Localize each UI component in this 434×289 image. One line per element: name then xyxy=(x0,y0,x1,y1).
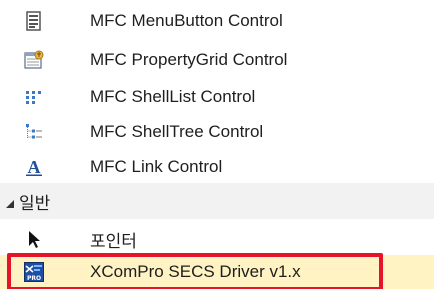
svg-text:A: A xyxy=(28,157,41,177)
shelltree-icon xyxy=(24,122,44,142)
xcompro-icon: PRO xyxy=(24,262,44,282)
toolbox-item-label: MFC MenuButton Control xyxy=(90,11,283,30)
toolbox-item-label: 포인터 xyxy=(90,231,137,251)
toolbox-item-pointer[interactable]: 포인터 xyxy=(0,222,434,256)
toolbox-item-shelllist[interactable]: MFC ShellList Control xyxy=(0,80,434,114)
toolbox-item-label: MFC Link Control xyxy=(90,157,223,176)
toolbox-item-shelltree[interactable]: MFC ShellTree Control xyxy=(0,115,434,149)
toolbox-panel: MFC MenuButton Control MFC PropertyGrid … xyxy=(0,0,434,289)
toolbox-item-label: XComPro SECS Driver v1.x xyxy=(90,262,301,281)
toolbox-item-menubutton[interactable]: MFC MenuButton Control xyxy=(0,4,434,38)
svg-text:PRO: PRO xyxy=(27,275,41,282)
link-icon: A xyxy=(24,157,44,177)
toolbox-group-header[interactable]: 일반 xyxy=(0,183,434,219)
shelllist-icon xyxy=(24,87,44,107)
toolbox-item-label: MFC PropertyGrid Control xyxy=(90,50,288,69)
toolbox-item-xcompro[interactable]: PRO XComPro SECS Driver v1.x xyxy=(0,255,434,289)
propertygrid-icon xyxy=(24,50,44,70)
toolbox-item-link[interactable]: A MFC Link Control xyxy=(0,150,434,184)
toolbox-item-label: MFC ShellTree Control xyxy=(90,122,264,141)
menubutton-icon xyxy=(24,11,44,31)
toolbox-item-label: MFC ShellList Control xyxy=(90,87,256,106)
expanded-triangle-icon[interactable] xyxy=(5,196,15,208)
pointer-icon xyxy=(24,229,44,249)
toolbox-item-propertygrid[interactable]: MFC PropertyGrid Control xyxy=(0,43,434,77)
toolbox-group-label: 일반 xyxy=(19,193,51,213)
